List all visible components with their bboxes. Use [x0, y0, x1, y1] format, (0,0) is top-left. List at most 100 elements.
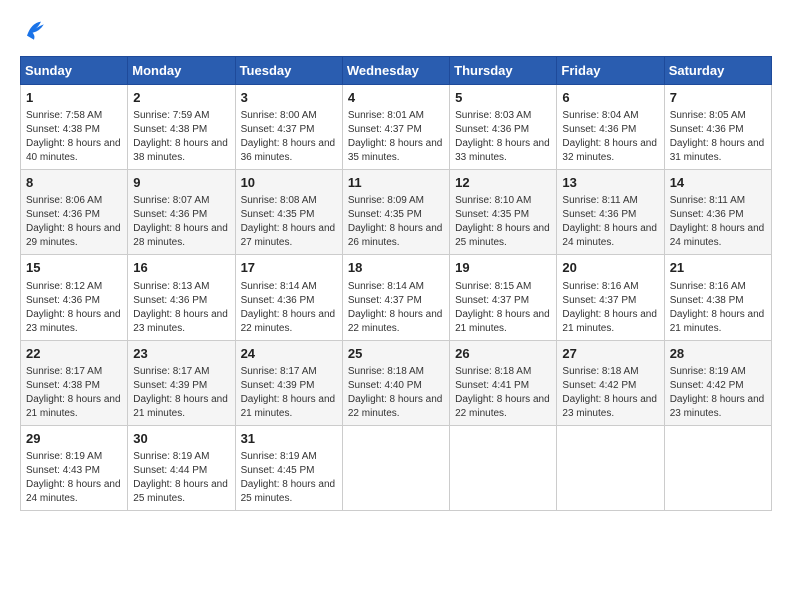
calendar-cell-day-15: 15 Sunrise: 8:12 AM Sunset: 4:36 PM Dayl…: [21, 255, 128, 340]
sunrise-text: Sunrise: 8:14 AM: [348, 281, 424, 292]
day-header-sunday: Sunday: [21, 57, 128, 85]
empty-cell: [342, 425, 449, 510]
sunrise-text: Sunrise: 8:08 AM: [241, 195, 317, 206]
calendar-cell-day-23: 23 Sunrise: 8:17 AM Sunset: 4:39 PM Dayl…: [128, 340, 235, 425]
sunset-text: Sunset: 4:36 PM: [562, 124, 636, 135]
daylight-text: Daylight: 8 hours and 22 minutes.: [348, 309, 443, 334]
day-number: 7: [670, 89, 766, 107]
day-number: 26: [455, 345, 551, 363]
day-number: 24: [241, 345, 337, 363]
sunset-text: Sunset: 4:36 PM: [670, 209, 744, 220]
daylight-text: Daylight: 8 hours and 22 minutes.: [455, 394, 550, 419]
sunrise-text: Sunrise: 8:18 AM: [348, 366, 424, 377]
calendar-cell-day-4: 4 Sunrise: 8:01 AM Sunset: 4:37 PM Dayli…: [342, 85, 449, 170]
page-header: [20, 16, 772, 44]
sunrise-text: Sunrise: 8:19 AM: [241, 451, 317, 462]
calendar-cell-day-10: 10 Sunrise: 8:08 AM Sunset: 4:35 PM Dayl…: [235, 170, 342, 255]
sunset-text: Sunset: 4:35 PM: [348, 209, 422, 220]
calendar-cell-day-16: 16 Sunrise: 8:13 AM Sunset: 4:36 PM Dayl…: [128, 255, 235, 340]
day-number: 1: [26, 89, 122, 107]
daylight-text: Daylight: 8 hours and 25 minutes.: [133, 479, 228, 504]
sunrise-text: Sunrise: 8:11 AM: [670, 195, 745, 206]
sunset-text: Sunset: 4:37 PM: [348, 295, 422, 306]
sunset-text: Sunset: 4:39 PM: [133, 380, 207, 391]
sunrise-text: Sunrise: 8:17 AM: [26, 366, 102, 377]
daylight-text: Daylight: 8 hours and 23 minutes.: [670, 394, 765, 419]
daylight-text: Daylight: 8 hours and 25 minutes.: [241, 479, 336, 504]
daylight-text: Daylight: 8 hours and 21 minutes.: [133, 394, 228, 419]
day-number: 14: [670, 174, 766, 192]
sunset-text: Sunset: 4:42 PM: [670, 380, 744, 391]
calendar-week-row: 15 Sunrise: 8:12 AM Sunset: 4:36 PM Dayl…: [21, 255, 772, 340]
calendar-cell-day-18: 18 Sunrise: 8:14 AM Sunset: 4:37 PM Dayl…: [342, 255, 449, 340]
calendar-cell-day-11: 11 Sunrise: 8:09 AM Sunset: 4:35 PM Dayl…: [342, 170, 449, 255]
sunrise-text: Sunrise: 8:17 AM: [241, 366, 317, 377]
calendar-cell-day-31: 31 Sunrise: 8:19 AM Sunset: 4:45 PM Dayl…: [235, 425, 342, 510]
sunset-text: Sunset: 4:44 PM: [133, 465, 207, 476]
day-number: 12: [455, 174, 551, 192]
calendar-table: SundayMondayTuesdayWednesdayThursdayFrid…: [20, 56, 772, 511]
day-number: 5: [455, 89, 551, 107]
sunrise-text: Sunrise: 8:03 AM: [455, 110, 531, 121]
empty-cell: [557, 425, 664, 510]
sunset-text: Sunset: 4:38 PM: [133, 124, 207, 135]
sunrise-text: Sunrise: 8:04 AM: [562, 110, 638, 121]
daylight-text: Daylight: 8 hours and 21 minutes.: [26, 394, 121, 419]
day-header-monday: Monday: [128, 57, 235, 85]
calendar-cell-day-12: 12 Sunrise: 8:10 AM Sunset: 4:35 PM Dayl…: [450, 170, 557, 255]
day-number: 29: [26, 430, 122, 448]
sunrise-text: Sunrise: 8:12 AM: [26, 281, 102, 292]
calendar-cell-day-22: 22 Sunrise: 8:17 AM Sunset: 4:38 PM Dayl…: [21, 340, 128, 425]
calendar-cell-day-13: 13 Sunrise: 8:11 AM Sunset: 4:36 PM Dayl…: [557, 170, 664, 255]
sunset-text: Sunset: 4:35 PM: [455, 209, 529, 220]
daylight-text: Daylight: 8 hours and 27 minutes.: [241, 223, 336, 248]
day-number: 16: [133, 259, 229, 277]
calendar-cell-day-30: 30 Sunrise: 8:19 AM Sunset: 4:44 PM Dayl…: [128, 425, 235, 510]
calendar-cell-day-20: 20 Sunrise: 8:16 AM Sunset: 4:37 PM Dayl…: [557, 255, 664, 340]
sunrise-text: Sunrise: 8:11 AM: [562, 195, 637, 206]
daylight-text: Daylight: 8 hours and 24 minutes.: [670, 223, 765, 248]
day-number: 15: [26, 259, 122, 277]
day-header-wednesday: Wednesday: [342, 57, 449, 85]
calendar-cell-day-3: 3 Sunrise: 8:00 AM Sunset: 4:37 PM Dayli…: [235, 85, 342, 170]
empty-cell: [664, 425, 771, 510]
sunrise-text: Sunrise: 8:13 AM: [133, 281, 209, 292]
sunrise-text: Sunrise: 8:19 AM: [26, 451, 102, 462]
daylight-text: Daylight: 8 hours and 35 minutes.: [348, 138, 443, 163]
day-number: 8: [26, 174, 122, 192]
daylight-text: Daylight: 8 hours and 23 minutes.: [133, 309, 228, 334]
sunset-text: Sunset: 4:37 PM: [562, 295, 636, 306]
calendar-cell-day-25: 25 Sunrise: 8:18 AM Sunset: 4:40 PM Dayl…: [342, 340, 449, 425]
sunrise-text: Sunrise: 8:19 AM: [670, 366, 746, 377]
day-number: 30: [133, 430, 229, 448]
daylight-text: Daylight: 8 hours and 25 minutes.: [455, 223, 550, 248]
sunset-text: Sunset: 4:36 PM: [26, 295, 100, 306]
sunset-text: Sunset: 4:35 PM: [241, 209, 315, 220]
sunrise-text: Sunrise: 8:16 AM: [670, 281, 746, 292]
daylight-text: Daylight: 8 hours and 21 minutes.: [562, 309, 657, 334]
day-number: 21: [670, 259, 766, 277]
calendar-cell-day-9: 9 Sunrise: 8:07 AM Sunset: 4:36 PM Dayli…: [128, 170, 235, 255]
day-header-friday: Friday: [557, 57, 664, 85]
logo: [20, 16, 52, 44]
day-number: 28: [670, 345, 766, 363]
sunrise-text: Sunrise: 8:19 AM: [133, 451, 209, 462]
day-number: 25: [348, 345, 444, 363]
day-number: 23: [133, 345, 229, 363]
daylight-text: Daylight: 8 hours and 36 minutes.: [241, 138, 336, 163]
daylight-text: Daylight: 8 hours and 31 minutes.: [670, 138, 765, 163]
sunrise-text: Sunrise: 8:10 AM: [455, 195, 531, 206]
sunset-text: Sunset: 4:39 PM: [241, 380, 315, 391]
calendar-cell-day-14: 14 Sunrise: 8:11 AM Sunset: 4:36 PM Dayl…: [664, 170, 771, 255]
sunset-text: Sunset: 4:40 PM: [348, 380, 422, 391]
sunrise-text: Sunrise: 8:18 AM: [562, 366, 638, 377]
daylight-text: Daylight: 8 hours and 21 minutes.: [455, 309, 550, 334]
sunset-text: Sunset: 4:36 PM: [562, 209, 636, 220]
sunset-text: Sunset: 4:36 PM: [455, 124, 529, 135]
sunset-text: Sunset: 4:36 PM: [26, 209, 100, 220]
day-number: 20: [562, 259, 658, 277]
daylight-text: Daylight: 8 hours and 23 minutes.: [26, 309, 121, 334]
calendar-week-row: 1 Sunrise: 7:58 AM Sunset: 4:38 PM Dayli…: [21, 85, 772, 170]
day-number: 11: [348, 174, 444, 192]
sunset-text: Sunset: 4:38 PM: [670, 295, 744, 306]
